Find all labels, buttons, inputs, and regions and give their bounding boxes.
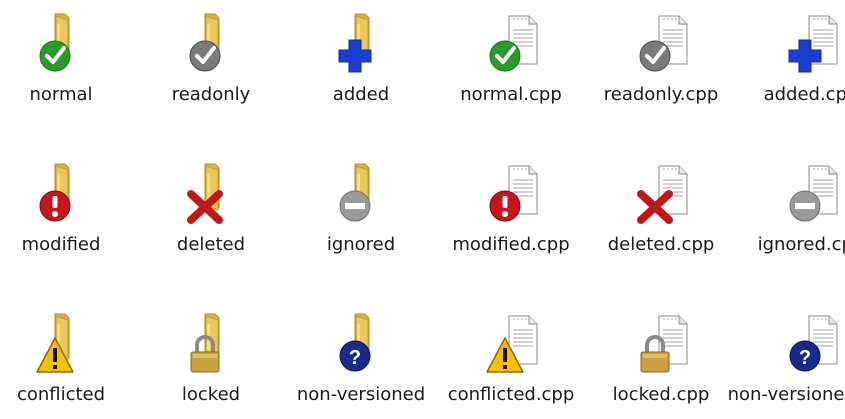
item-label: deleted.cpp — [607, 234, 715, 255]
folder-item-locked[interactable]: locked — [136, 300, 286, 419]
item-label: modified.cpp — [452, 234, 570, 255]
ignored-minus-icon — [339, 163, 371, 222]
file-item-locked-cpp[interactable]: locked.cpp — [586, 300, 736, 419]
explorer-icon-view: normal readonly added normal.cpp readonl… — [0, 0, 845, 419]
item-label: readonly — [171, 84, 251, 105]
folder-item-ignored[interactable]: ignored — [286, 150, 436, 280]
file-deleted-icon — [629, 162, 693, 226]
item-label: normal.cpp — [460, 84, 562, 105]
file-item-non-versioned-cpp[interactable]: ? non-versioned.cpp — [728, 300, 845, 419]
item-label: modified — [21, 234, 101, 255]
folder-modified-icon — [29, 162, 93, 226]
file-added-icon — [779, 12, 843, 76]
folder-locked-icon — [179, 312, 243, 376]
readonly-check-icon — [189, 13, 221, 72]
item-label: locked — [181, 384, 241, 405]
item-label: added.cpp — [763, 84, 845, 105]
item-label: normal — [29, 84, 93, 105]
folder-normal-icon — [29, 12, 93, 76]
added-plus-icon — [338, 13, 372, 73]
folder-ignored-icon — [329, 162, 393, 226]
nonversioned-question-icon: ? — [339, 313, 371, 372]
item-label: non-versioned.cpp — [727, 384, 845, 405]
item-label: locked.cpp — [612, 384, 710, 405]
normal-check-icon — [39, 13, 71, 72]
readonly-check-icon — [639, 15, 688, 72]
file-item-conflicted-cpp[interactable]: conflicted.cpp — [436, 300, 586, 419]
added-plus-icon — [788, 15, 838, 73]
svg-text:?: ? — [799, 347, 811, 369]
file-item-modified-cpp[interactable]: modified.cpp — [436, 150, 586, 280]
folder-deleted-icon — [179, 162, 243, 226]
folder-item-modified[interactable]: modified — [0, 150, 136, 280]
locked-padlock-icon — [190, 313, 220, 373]
item-label: readonly.cpp — [603, 84, 719, 105]
conflicted-warning-icon — [36, 313, 74, 373]
file-ignored-icon — [779, 162, 843, 226]
folder-item-normal[interactable]: normal — [0, 0, 136, 130]
svg-text:?: ? — [349, 347, 361, 369]
file-normal-icon — [479, 12, 543, 76]
file-item-deleted-cpp[interactable]: deleted.cpp — [586, 150, 736, 280]
deleted-cross-icon — [187, 163, 223, 224]
conflicted-warning-icon — [486, 315, 538, 373]
modified-exclamation-icon — [39, 163, 71, 222]
item-label: added — [332, 84, 390, 105]
folder-item-added[interactable]: added — [286, 0, 436, 130]
deleted-cross-icon — [637, 165, 688, 224]
file-readonly-icon — [629, 12, 693, 76]
item-label: deleted — [176, 234, 246, 255]
folder-conflicted-icon — [29, 312, 93, 376]
file-locked-icon — [629, 312, 693, 376]
item-label: ignored — [326, 234, 396, 255]
locked-padlock-icon — [640, 315, 688, 373]
item-label: conflicted.cpp — [447, 384, 575, 405]
file-modified-icon — [479, 162, 543, 226]
normal-check-icon — [489, 15, 538, 72]
item-label: non-versioned — [296, 384, 426, 405]
file-item-readonly-cpp[interactable]: readonly.cpp — [586, 0, 736, 130]
nonversioned-question-icon: ? — [789, 315, 838, 372]
file-item-normal-cpp[interactable]: normal.cpp — [436, 0, 586, 130]
item-label: conflicted — [16, 384, 106, 405]
folder-item-non-versioned[interactable]: ? non-versioned — [286, 300, 436, 419]
item-label: ignored.cpp — [757, 234, 845, 255]
folder-item-deleted[interactable]: deleted — [136, 150, 286, 280]
folder-item-readonly[interactable]: readonly — [136, 0, 286, 130]
folder-item-conflicted[interactable]: conflicted — [0, 300, 136, 419]
file-nonversioned-icon: ? — [779, 312, 843, 376]
file-item-ignored-cpp[interactable]: ignored.cpp — [736, 150, 845, 280]
folder-nonversioned-icon: ? — [329, 312, 393, 376]
file-item-added-cpp[interactable]: added.cpp — [736, 0, 845, 130]
folder-added-icon — [329, 12, 393, 76]
ignored-minus-icon — [789, 165, 838, 222]
modified-exclamation-icon — [489, 165, 538, 222]
folder-readonly-icon — [179, 12, 243, 76]
file-conflicted-icon — [479, 312, 543, 376]
